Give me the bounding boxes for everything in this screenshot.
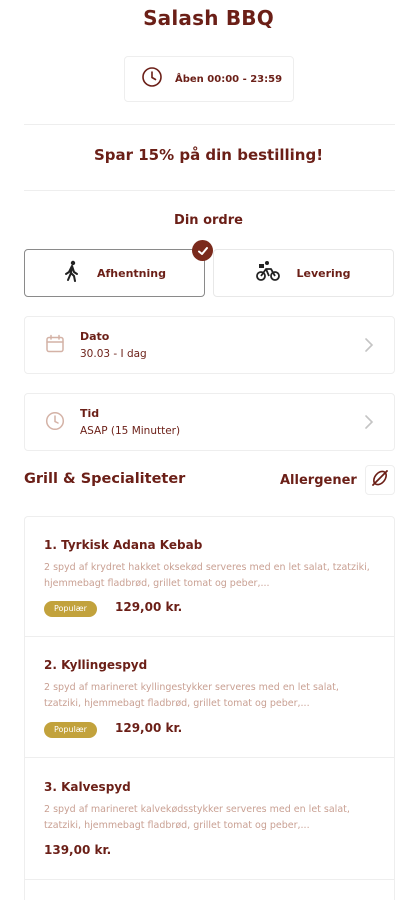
divider bbox=[24, 190, 395, 191]
item-description: 2 spyd af marineret kalvekødsstykker ser… bbox=[44, 804, 350, 831]
restaurant-name: Salash BBQ bbox=[143, 6, 274, 30]
item-name: 3. Kalvespyd bbox=[44, 780, 131, 794]
time-selector[interactable]: Tid ASAP (15 Minutter) bbox=[24, 393, 395, 451]
popular-badge: Populær bbox=[44, 722, 97, 738]
date-selector[interactable]: Dato 30.03 - I dag bbox=[24, 316, 395, 374]
walking-person-icon bbox=[63, 260, 81, 286]
menu-item[interactable]: 3. Kalvespyd 2 spyd af marineret kalvekø… bbox=[25, 758, 394, 880]
pickup-option[interactable]: Afhentning bbox=[24, 249, 205, 297]
pickup-label: Afhentning bbox=[97, 266, 166, 280]
item-description: 2 spyd af marineret kyllingestykker serv… bbox=[44, 682, 339, 709]
date-value: 30.03 - I dag bbox=[80, 348, 147, 360]
no-allergen-icon bbox=[370, 468, 390, 492]
menu-item[interactable]: 2. Kyllingespyd 2 spyd af marineret kyll… bbox=[25, 637, 394, 758]
order-heading: Din ordre bbox=[174, 213, 243, 228]
item-name: 1. Tyrkisk Adana Kebab bbox=[44, 538, 203, 552]
time-label: Tid bbox=[80, 407, 100, 420]
menu-list: 1. Tyrkisk Adana Kebab 2 spyd af krydret… bbox=[24, 516, 395, 900]
opening-hours: Åben 00:00 - 23:59 bbox=[124, 56, 294, 102]
item-price: 129,00 kr. bbox=[115, 721, 183, 735]
item-name: 2. Kyllingespyd bbox=[44, 658, 148, 672]
chevron-right-icon bbox=[364, 337, 374, 357]
time-value: ASAP (15 Minutter) bbox=[80, 425, 181, 437]
item-price: 139,00 kr. bbox=[44, 843, 112, 857]
popular-badge: Populær bbox=[44, 601, 97, 617]
clock-icon bbox=[45, 411, 65, 435]
category-title: Grill & Specialiteter bbox=[24, 471, 186, 487]
calendar-icon bbox=[45, 334, 65, 358]
chevron-right-icon bbox=[364, 414, 374, 434]
delivery-label: Levering bbox=[296, 266, 351, 280]
item-price: 129,00 kr. bbox=[115, 600, 183, 614]
allergens-link[interactable]: Allergener bbox=[280, 473, 357, 488]
divider bbox=[24, 124, 395, 125]
promo-banner: Spar 15% på din bestilling! bbox=[93, 146, 324, 164]
date-label: Dato bbox=[80, 330, 110, 343]
item-description: 2 spyd af krydret hakket oksekød servere… bbox=[44, 562, 370, 589]
clock-icon bbox=[141, 66, 163, 92]
opening-hours-text: Åben 00:00 - 23:59 bbox=[175, 73, 283, 85]
menu-item[interactable]: 1. Tyrkisk Adana Kebab 2 spyd af krydret… bbox=[25, 517, 394, 637]
allergens-button[interactable] bbox=[365, 465, 395, 495]
bicycle-delivery-icon bbox=[256, 260, 281, 286]
delivery-option[interactable]: Levering bbox=[213, 249, 394, 297]
selected-check-icon bbox=[192, 240, 213, 261]
